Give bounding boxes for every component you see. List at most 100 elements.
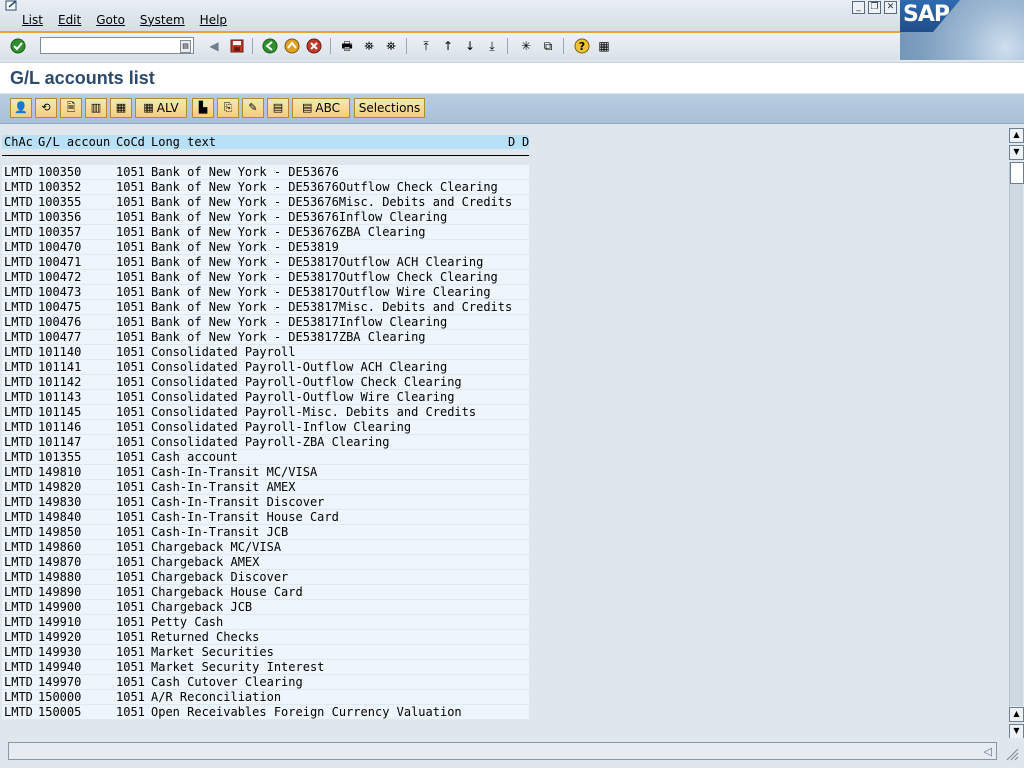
table-row[interactable]: LMTD 149930 1051 Market Securities (2, 645, 529, 660)
table-row[interactable]: LMTD 149860 1051 Chargeback MC/VISA (2, 540, 529, 555)
table-row[interactable]: LMTD 101355 1051 Cash account (2, 450, 529, 465)
command-input[interactable] (41, 38, 181, 53)
row-long-text: Bank of New York - DE53676Misc. Debits a… (151, 195, 513, 209)
header-chac[interactable]: ChAc (4, 135, 33, 149)
table-row[interactable]: LMTD 149920 1051 Returned Checks (2, 630, 529, 645)
document-icon: 🗎 (66, 101, 76, 114)
table-row[interactable]: LMTD 101140 1051 Consolidated Payroll (2, 345, 529, 360)
table-row[interactable]: LMTD 149910 1051 Petty Cash (2, 615, 529, 630)
scroll-up-icon[interactable]: ▲ (1009, 128, 1024, 143)
menu-edit[interactable]: Edit (58, 13, 81, 27)
row-chac: LMTD (4, 675, 33, 689)
table-row[interactable]: LMTD 149880 1051 Chargeback Discover (2, 570, 529, 585)
table-row[interactable]: LMTD 149820 1051 Cash-In-Transit AMEX (2, 480, 529, 495)
scroll-down-icon[interactable]: ▼ (1009, 724, 1024, 739)
last-page-icon[interactable]: ⤓ (484, 38, 500, 54)
close-window-icon[interactable]: ✕ (884, 1, 897, 14)
table-row[interactable]: LMTD 100477 1051 Bank of New York - DE53817… (2, 330, 529, 345)
scroll-page-down-icon[interactable]: ▲ (1009, 707, 1024, 722)
minimize-icon[interactable]: _ (852, 1, 865, 14)
alv-button[interactable]: ▦ ALV (135, 98, 187, 118)
table-row[interactable]: LMTD 100476 1051 Bank of New York - DE53817… (2, 315, 529, 330)
vertical-scrollbar[interactable]: ▲ ▼ ▲ ▼ (1008, 128, 1024, 739)
enter-check-icon[interactable] (10, 38, 26, 54)
table-row[interactable]: LMTD 149890 1051 Chargeback House Card (2, 585, 529, 600)
collapse-left-icon[interactable]: ◀ (206, 38, 222, 54)
menu-system[interactable]: System (140, 13, 185, 27)
table-row[interactable]: LMTD 100472 1051 Bank of New York - DE53817… (2, 270, 529, 285)
header-gl-account[interactable]: G/L accoun (38, 135, 110, 149)
shortcut-icon[interactable]: ⧉ (540, 38, 556, 54)
exit-icon[interactable] (284, 38, 300, 54)
find-icon[interactable]: ⛯ (361, 38, 377, 54)
table-row[interactable]: LMTD 100473 1051 Bank of New York - DE53817… (2, 285, 529, 300)
table-row[interactable]: LMTD 100350 1051 Bank of New York - DE53676 (2, 165, 529, 180)
find-next-icon[interactable]: ⛯ (383, 38, 399, 54)
help-icon[interactable]: ? (574, 38, 590, 54)
table-row[interactable]: LMTD 149970 1051 Cash Cutover Clearing (2, 675, 529, 690)
command-history-dropdown-icon[interactable]: ▤ (180, 40, 191, 53)
table-row[interactable]: LMTD 100471 1051 Bank of New York - DE53817… (2, 255, 529, 270)
table-row[interactable]: LMTD 100355 1051 Bank of New York - DE53676… (2, 195, 529, 210)
table-row[interactable]: LMTD 150000 1051 A/R Reconciliation (2, 690, 529, 705)
table-row[interactable]: LMTD 101147 1051 Consolidated Payroll-ZBA C… (2, 435, 529, 450)
header-d2[interactable]: D (522, 135, 529, 149)
scroll-thumb[interactable] (1010, 162, 1024, 184)
first-page-icon[interactable]: ⤒ (418, 38, 434, 54)
table-row[interactable]: LMTD 101146 1051 Consolidated Payroll-Inflo… (2, 420, 529, 435)
resize-grip-icon[interactable] (1003, 745, 1019, 761)
table-row[interactable]: LMTD 150005 1051 Open Receivables Foreign C… (2, 705, 529, 720)
refresh-button[interactable]: ⟲ (35, 98, 57, 118)
header-d1[interactable]: D (508, 135, 515, 149)
table-row[interactable]: LMTD 149840 1051 Cash-In-Transit House Card (2, 510, 529, 525)
table-row[interactable]: LMTD 100357 1051 Bank of New York - DE53676… (2, 225, 529, 240)
table-row[interactable]: LMTD 101142 1051 Consolidated Payroll-Outfl… (2, 375, 529, 390)
system-menu-icon[interactable] (5, 0, 19, 12)
header-long-text[interactable]: Long text (151, 135, 216, 149)
selections-button[interactable]: Selections (354, 98, 425, 118)
table-row[interactable]: LMTD 100475 1051 Bank of New York - DE53817… (2, 300, 529, 315)
next-page-icon[interactable]: ↓ (462, 38, 478, 54)
row-long-text: Consolidated Payroll-Outflow Wire Cleari… (151, 390, 455, 404)
abc-analysis-button[interactable]: ▤ ABC (292, 98, 350, 118)
command-field[interactable]: ▤ (40, 37, 194, 54)
calculator-button[interactable]: ▤ (267, 98, 289, 118)
table-row[interactable]: LMTD 149940 1051 Market Security Interest (2, 660, 529, 675)
table-row[interactable]: LMTD 149870 1051 Chargeback AMEX (2, 555, 529, 570)
table-row[interactable]: LMTD 100356 1051 Bank of New York - DE53676… (2, 210, 529, 225)
choose-columns-button[interactable]: ▥ (85, 98, 107, 118)
scroll-track[interactable] (1009, 162, 1024, 706)
back-icon[interactable] (262, 38, 278, 54)
menu-list[interactable]: List (22, 13, 43, 27)
row-cocd: 1051 (116, 270, 145, 284)
previous-page-icon[interactable]: ↑ (440, 38, 456, 54)
cancel-icon[interactable] (306, 38, 322, 54)
table-row[interactable]: LMTD 101143 1051 Consolidated Payroll-Outfl… (2, 390, 529, 405)
print-icon[interactable]: 🖶 (339, 38, 355, 54)
edit-button[interactable]: ✎ (242, 98, 264, 118)
create-session-icon[interactable]: ✳ (518, 38, 534, 54)
row-cocd: 1051 (116, 330, 145, 344)
header-cocd[interactable]: CoCd (116, 135, 145, 149)
table-row[interactable]: LMTD 101141 1051 Consolidated Payroll-Outfl… (2, 360, 529, 375)
scroll-page-up-icon[interactable]: ▼ (1009, 145, 1024, 160)
chart-button[interactable]: ▙ (192, 98, 214, 118)
table-row[interactable]: LMTD 149810 1051 Cash-In-Transit MC/VISA (2, 465, 529, 480)
table-row[interactable]: LMTD 149830 1051 Cash-In-Transit Discover (2, 495, 529, 510)
menu-help[interactable]: Help (200, 13, 227, 27)
table-row[interactable]: LMTD 100352 1051 Bank of New York - DE53676… (2, 180, 529, 195)
table-row[interactable]: LMTD 101145 1051 Consolidated Payroll-Misc.… (2, 405, 529, 420)
layout-menu-icon[interactable]: ▦ (596, 38, 612, 54)
save-icon[interactable] (229, 38, 245, 54)
export-button[interactable]: ⎘ (217, 98, 239, 118)
status-expand-icon[interactable]: ◁ (984, 745, 992, 758)
table-layout-button[interactable]: ▦ (110, 98, 132, 118)
table-row[interactable]: LMTD 100470 1051 Bank of New York - DE53819 (2, 240, 529, 255)
restore-icon[interactable]: ❐ (868, 1, 881, 14)
display-document-button[interactable]: 🗎 (60, 98, 82, 118)
table-row[interactable]: LMTD 149900 1051 Chargeback JCB (2, 600, 529, 615)
menu-goto[interactable]: Goto (96, 13, 125, 27)
display-account-button[interactable]: 👤 (10, 98, 32, 118)
columns-icon: ▥ (90, 101, 102, 114)
table-row[interactable]: LMTD 149850 1051 Cash-In-Transit JCB (2, 525, 529, 540)
